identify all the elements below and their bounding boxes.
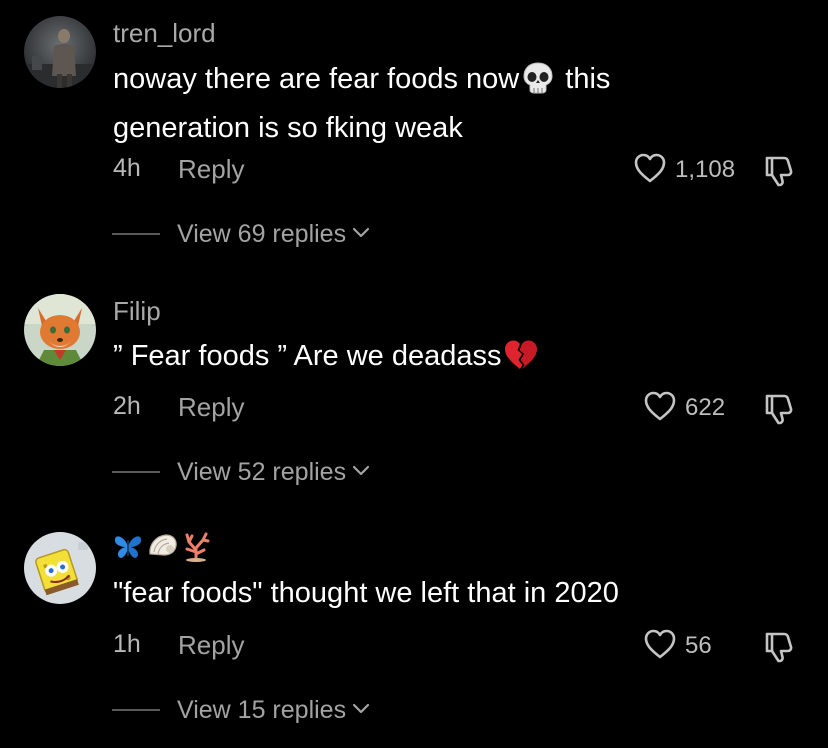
comment-text-part: ” Fear foods ” Are we deadass: [113, 340, 502, 372]
avatar[interactable]: [24, 532, 96, 604]
like-button[interactable]: 56: [643, 628, 712, 664]
butterfly-emoji-icon: [112, 530, 144, 567]
comment-text: "fear foods" thought we left that in 202…: [113, 577, 619, 609]
like-count: 1,108: [675, 156, 736, 183]
reply-button[interactable]: Reply: [178, 154, 244, 185]
comment-actions: 2h Reply 622: [0, 390, 828, 426]
avatar[interactable]: [24, 16, 96, 88]
thumbs-down-icon: [762, 394, 796, 430]
divider-line: [112, 471, 160, 473]
chevron-down-icon: [352, 226, 370, 244]
thumbs-down-icon: [762, 156, 796, 192]
view-replies-label: View 15 replies: [177, 695, 347, 724]
like-button[interactable]: 622: [643, 390, 725, 426]
dislike-button[interactable]: [762, 630, 796, 669]
divider-line: [112, 709, 160, 711]
chevron-down-icon: [352, 702, 370, 720]
divider-line: [112, 233, 160, 235]
timestamp: 2h: [113, 392, 141, 420]
thumbs-down-icon: [762, 632, 796, 668]
heart-icon: [633, 152, 667, 189]
skull-emoji-icon: [521, 61, 555, 107]
shell-emoji-icon: [146, 530, 180, 567]
dislike-button[interactable]: [762, 392, 796, 431]
comment-actions: 4h Reply 1,108: [0, 152, 828, 188]
username[interactable]: [112, 530, 212, 566]
broken-heart-emoji-icon: [503, 338, 539, 384]
view-replies-button[interactable]: View 52 replies: [112, 457, 370, 487]
heart-icon: [643, 628, 677, 665]
username[interactable]: Filip: [113, 296, 161, 327]
comment-text-part: noway there are fear foods now: [113, 63, 520, 95]
avatar[interactable]: [24, 294, 96, 366]
reply-button[interactable]: Reply: [178, 392, 244, 423]
comment-text: noway there are fear foods now this gene…: [113, 58, 713, 149]
view-replies-button[interactable]: View 69 replies: [112, 219, 370, 249]
chevron-down-icon: [352, 464, 370, 482]
dislike-button[interactable]: [762, 154, 796, 193]
timestamp: 1h: [113, 630, 141, 658]
reply-button[interactable]: Reply: [178, 630, 244, 661]
like-count: 622: [685, 394, 726, 421]
comment-actions: 1h Reply 56: [0, 628, 828, 664]
timestamp: 4h: [113, 154, 141, 182]
like-count: 56: [685, 632, 712, 659]
comment-text: ” Fear foods ” Are we deadass: [113, 335, 713, 384]
view-replies-label: View 52 replies: [177, 457, 347, 486]
like-button[interactable]: 1,108: [633, 152, 735, 188]
view-replies-button[interactable]: View 15 replies: [112, 695, 370, 725]
view-replies-label: View 69 replies: [177, 219, 347, 248]
coral-emoji-icon: [182, 530, 212, 567]
heart-icon: [643, 390, 677, 427]
username[interactable]: tren_lord: [113, 18, 216, 49]
